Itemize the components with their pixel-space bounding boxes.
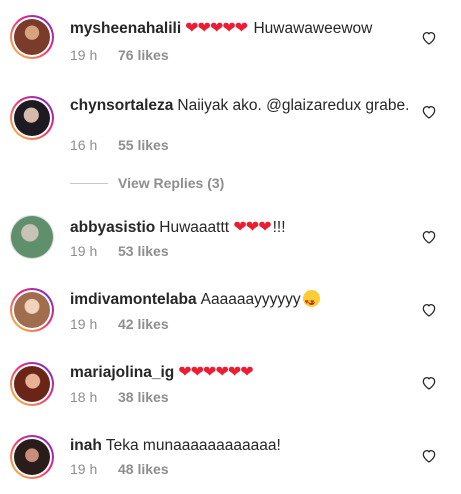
avatar-photo xyxy=(14,366,50,402)
comment-time: 19 h xyxy=(70,316,98,332)
comment-item: inah Teka munaaaaaaaaaaaa! 19 h 48 likes xyxy=(0,424,461,494)
avatar-photo xyxy=(14,439,50,475)
comment-text: chynsortaleza Naiiyak ako. @glaizaredux g… xyxy=(70,95,421,116)
heart-outline-icon[interactable] xyxy=(421,448,437,464)
comment-time: 19 h xyxy=(70,47,98,63)
comment-likes-count[interactable]: 38 likes xyxy=(118,389,169,405)
comment-text: abbyasistio Huwaaattt ❤❤❤!!! xyxy=(70,217,421,238)
heart-outline-icon[interactable] xyxy=(421,302,437,318)
comment-time: 19 h xyxy=(70,243,98,259)
comment-item: mariajolina_ig ❤❤❤❤❤❤ 18 h 38 likes xyxy=(0,351,461,421)
comment-body: Naiiyak ako. @glaizaredux grabe. xyxy=(177,97,410,114)
heart-outline-icon[interactable] xyxy=(421,375,437,391)
comment-body-suffix: !!! xyxy=(272,219,286,236)
comment-text: mysheenahalili ❤❤❤❤❤ Huwawaweewow xyxy=(70,18,421,39)
comment-username[interactable]: imdivamontelaba xyxy=(70,291,197,308)
comment-likes-count[interactable]: 55 likes xyxy=(118,137,169,153)
replies-divider-line xyxy=(70,182,108,184)
avatar[interactable] xyxy=(10,96,54,140)
comment-text: inah Teka munaaaaaaaaaaaa! xyxy=(70,435,421,456)
comment-time: 18 h xyxy=(70,389,98,405)
comment-item: abbyasistio Huwaaattt ❤❤❤!!! 19 h 53 likes xyxy=(0,206,461,276)
view-replies-label[interactable]: View Replies (3) xyxy=(118,175,224,191)
comment-username[interactable]: chynsortaleza xyxy=(70,97,173,114)
comment-body: Teka munaaaaaaaaaaaa! xyxy=(105,437,281,454)
avatar[interactable] xyxy=(10,15,54,59)
comment-item: mysheenahalili ❤❤❤❤❤ Huwawaweewow 19 h 76 … xyxy=(0,0,461,80)
comment-likes-count[interactable]: 48 likes xyxy=(118,461,169,477)
comment-text: mariajolina_ig ❤❤❤❤❤❤ xyxy=(70,362,421,383)
comment-username[interactable]: inah xyxy=(70,437,102,454)
comment-meta: 19 h 48 likes xyxy=(70,461,169,477)
heart-outline-icon[interactable] xyxy=(421,30,437,46)
comment-item: imdivamontelabaAaaaaayyyyyy 19 h 42 likes xyxy=(0,278,461,348)
comment-body: Huwawaweewow xyxy=(249,20,373,37)
comment-username[interactable]: mariajolina_ig xyxy=(70,364,174,381)
comment-meta: 16 h 55 likes xyxy=(70,137,169,153)
avatar[interactable] xyxy=(10,435,54,479)
avatar-photo xyxy=(14,292,50,328)
avatar-photo xyxy=(14,19,50,55)
comment-meta: 19 h 42 likes xyxy=(70,316,169,332)
avatar-photo xyxy=(11,216,53,258)
comment-body: Aaaaaayyyyyy xyxy=(200,291,301,308)
comment-likes-count[interactable]: 76 likes xyxy=(118,47,169,63)
comment-likes-count[interactable]: 42 likes xyxy=(118,316,169,332)
heart-eyes-emoji xyxy=(302,290,320,313)
red-heart-emoji: ❤❤❤❤❤❤ xyxy=(178,364,253,381)
view-replies-toggle[interactable]: View Replies (3) xyxy=(70,175,224,191)
comment-username[interactable]: mysheenahalili xyxy=(70,20,181,37)
comment-meta: 19 h 76 likes xyxy=(70,47,169,63)
comment-item: chynsortaleza Naiiyak ako. @glaizaredux g… xyxy=(0,86,461,166)
avatar[interactable] xyxy=(10,288,54,332)
comment-meta: 19 h 53 likes xyxy=(70,243,169,259)
heart-outline-icon[interactable] xyxy=(421,104,437,120)
red-heart-emoji: ❤❤❤ xyxy=(233,219,271,236)
comment-text: imdivamontelaba Aaaaaayyyyyy xyxy=(70,289,421,313)
avatar[interactable] xyxy=(10,362,54,406)
comment-time: 16 h xyxy=(70,137,98,153)
heart-outline-icon[interactable] xyxy=(421,229,437,245)
red-heart-emoji: ❤❤❤❤❤ xyxy=(185,20,248,37)
comment-likes-count[interactable]: 53 likes xyxy=(118,243,169,259)
comment-meta: 18 h 38 likes xyxy=(70,389,169,405)
comment-time: 19 h xyxy=(70,461,98,477)
comment-username[interactable]: abbyasistio xyxy=(70,219,155,236)
comment-body: Huwaaattt xyxy=(159,219,234,236)
avatar-photo xyxy=(14,100,50,136)
avatar[interactable] xyxy=(10,215,54,259)
